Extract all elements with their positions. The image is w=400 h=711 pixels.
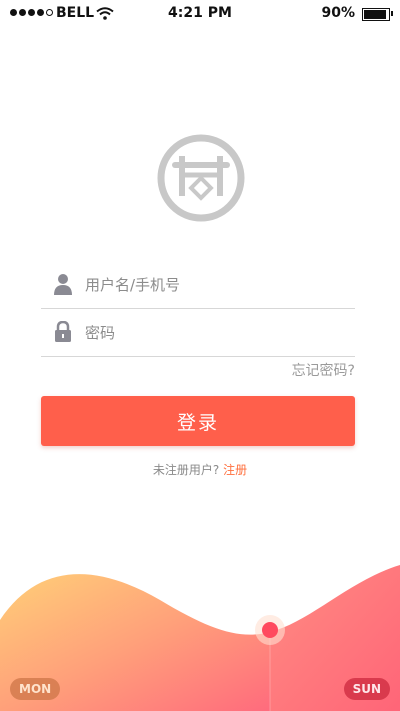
login-button[interactable]: 登录: [41, 396, 355, 446]
username-field: [41, 260, 355, 309]
username-input[interactable]: [85, 273, 345, 297]
day-marker[interactable]: [262, 622, 278, 638]
lock-icon: [55, 321, 71, 342]
status-bar: BELL 4:21 PM 90%: [0, 0, 400, 28]
battery-nub: [391, 11, 393, 16]
register-prompt: 未注册用户?: [152, 463, 220, 477]
day-label-mon[interactable]: MON: [10, 678, 61, 700]
user-icon: [54, 274, 72, 295]
forgot-password-link[interactable]: 忘记密码?: [292, 360, 355, 380]
battery-icon: [362, 8, 390, 21]
password-field: [41, 308, 355, 357]
register-link[interactable]: 注册: [223, 463, 247, 477]
temple-gate-logo-icon: [157, 134, 245, 222]
day-label-sun[interactable]: SUN: [343, 678, 390, 700]
register-row: 未注册用户? 注册: [0, 461, 400, 478]
battery-percent: 90%: [321, 5, 355, 21]
password-input[interactable]: [85, 321, 345, 345]
